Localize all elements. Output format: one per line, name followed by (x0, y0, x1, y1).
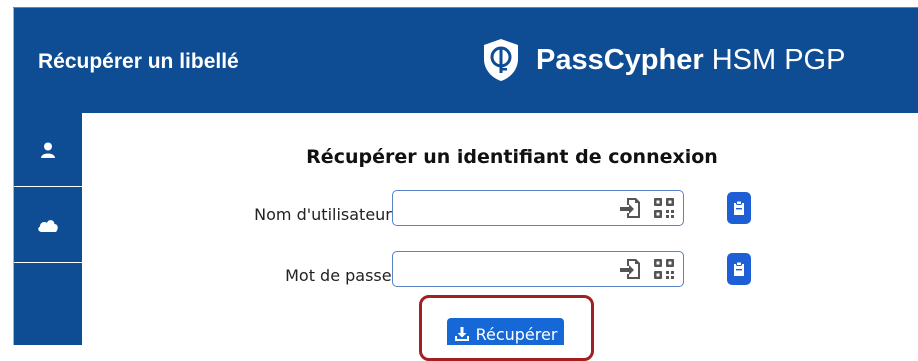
brand-name: PassCypher (536, 43, 704, 76)
import-icon[interactable] (619, 258, 641, 280)
page-title: Récupérer un libellé (38, 50, 239, 73)
password-field[interactable] (392, 251, 684, 287)
shield-logo-icon (484, 39, 518, 81)
brand: PassCypher HSM PGP (480, 35, 845, 85)
sidebar (14, 113, 82, 345)
clipboard-icon (734, 200, 744, 215)
sidebar-item-cloud[interactable] (14, 187, 82, 263)
user-icon (41, 142, 55, 158)
username-label: Nom d'utilisateur: (254, 205, 397, 224)
clipboard-icon (734, 261, 744, 276)
import-icon[interactable] (619, 197, 641, 219)
highlight-annotation (419, 295, 594, 361)
cloud-icon (38, 219, 58, 232)
header-bar: Récupérer un libellé PassCypher HSM PGP (14, 8, 918, 113)
paste-password-button[interactable] (727, 253, 751, 285)
qr-code-icon[interactable] (653, 258, 675, 280)
paste-username-button[interactable] (727, 192, 751, 224)
qr-code-icon[interactable] (653, 197, 675, 219)
form-title: Récupérer un identifiant de connexion (306, 146, 718, 168)
sidebar-item-user[interactable] (14, 113, 82, 187)
brand-subtitle: HSM PGP (711, 43, 846, 76)
password-label: Mot de passe: (285, 266, 397, 285)
username-field[interactable] (392, 190, 684, 226)
